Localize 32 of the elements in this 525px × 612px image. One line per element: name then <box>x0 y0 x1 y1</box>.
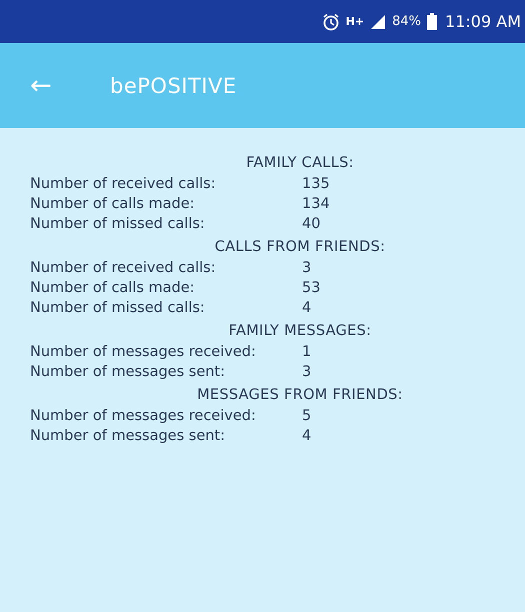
stat-label: Number of calls made: <box>30 279 196 298</box>
stat-label: Number of messages sent: <box>30 427 226 446</box>
back-button[interactable]: ← <box>30 70 58 100</box>
clock-time: 11:09 AM <box>445 12 521 31</box>
network-type: H+ <box>346 15 364 28</box>
signal-icon <box>370 14 386 30</box>
stat-value: 5 <box>302 407 312 426</box>
stat-value: 4 <box>302 427 312 446</box>
stat-label: Number of received calls: <box>30 259 217 278</box>
app-title: bePOSITIVE <box>110 74 237 98</box>
stat-label: Number of calls made: <box>30 195 196 214</box>
battery-icon <box>427 13 438 30</box>
stat-value: 1 <box>302 343 312 362</box>
stat-value: 3 <box>302 259 312 278</box>
battery-percent: 84% <box>392 14 422 29</box>
section-heading: CALLS FROM FRIENDS: <box>214 238 386 257</box>
stat-label: Number of received calls: <box>30 175 217 194</box>
stat-value: 4 <box>302 299 312 318</box>
section-heading: FAMILY CALLS: <box>245 154 355 173</box>
section-heading: MESSAGES FROM FRIENDS: <box>196 386 404 405</box>
stat-value: 40 <box>302 215 320 234</box>
stat-value: 53 <box>302 279 320 298</box>
stat-label: Number of messages received: <box>30 407 257 426</box>
stat-value: 3 <box>302 363 312 382</box>
section-heading: FAMILY MESSAGES: <box>228 322 372 341</box>
stat-label: Number of missed calls: <box>30 299 206 318</box>
stat-value: 135 <box>302 175 330 194</box>
alarm-clock-icon <box>322 12 340 30</box>
stat-value: 134 <box>302 195 330 214</box>
stat-label: Number of messages received: <box>30 343 257 362</box>
stat-label: Number of missed calls: <box>30 215 206 234</box>
stat-label: Number of messages sent: <box>30 363 226 382</box>
